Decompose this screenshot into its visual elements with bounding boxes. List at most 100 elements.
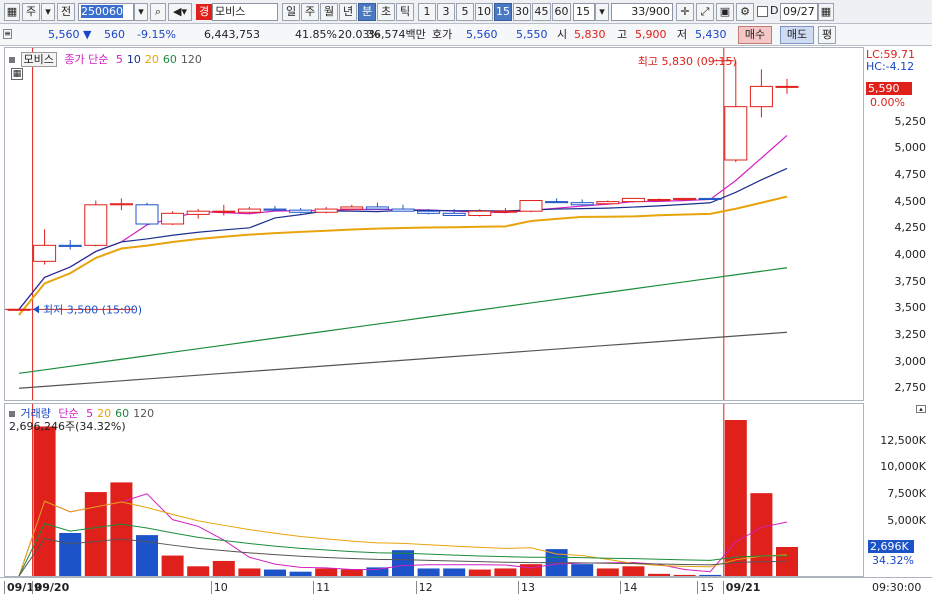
- period-button-0[interactable]: 일: [282, 3, 300, 21]
- panel-menu-icon[interactable]: [9, 411, 15, 417]
- interval-select[interactable]: 15: [573, 3, 595, 21]
- price-tick: 4,000: [894, 248, 927, 261]
- current-volume-pct: 34.32%: [872, 554, 914, 567]
- price-tick: 3,750: [894, 274, 927, 288]
- high-annotation: 최고 5,830 (09:15): [638, 55, 737, 68]
- calendar-icon[interactable]: ▦: [818, 3, 834, 21]
- volume-bar: [494, 568, 517, 576]
- stock-name-field[interactable]: 모비스: [212, 3, 278, 21]
- candle-body: [109, 203, 133, 206]
- price-tick: 4,250: [894, 221, 927, 235]
- gear-icon[interactable]: ⚙: [736, 3, 754, 21]
- volume-chart[interactable]: [5, 404, 863, 576]
- stock-name-label: 모비스: [20, 52, 57, 67]
- ma-title: 종가 단순: [64, 53, 109, 66]
- price-tick: 4,750: [894, 168, 927, 181]
- draw-line-icon[interactable]: ⤢: [696, 3, 714, 21]
- interval-button-3[interactable]: 3: [437, 3, 455, 21]
- time-label: 12: [415, 581, 433, 594]
- ask-price: 5,560: [466, 28, 498, 41]
- volume-summary: 2,696,246주(34.32%): [9, 420, 126, 433]
- search-icon[interactable]: ⌕: [150, 3, 166, 21]
- chevron-down-icon[interactable]: ▾: [41, 3, 55, 21]
- interval-button-10[interactable]: 10: [475, 3, 493, 21]
- save-icon[interactable]: ▣: [716, 3, 734, 21]
- chevron-down-icon[interactable]: ▾: [134, 3, 148, 21]
- price-tick: 5,250: [894, 114, 927, 128]
- interval-button-30[interactable]: 30: [513, 3, 531, 21]
- period-button-1[interactable]: 주: [301, 3, 319, 21]
- ma-legend-5: 5: [115, 53, 123, 66]
- volume-bar: [443, 568, 466, 576]
- chart-type-icon[interactable]: ▦: [4, 3, 20, 21]
- period-button-2[interactable]: 월: [320, 3, 338, 21]
- candle-body: [135, 204, 159, 225]
- low-price: 5,430: [695, 28, 727, 41]
- candle-body: [519, 200, 543, 212]
- period-button-5[interactable]: 초: [377, 3, 395, 21]
- ma60-line: [18, 267, 788, 374]
- candle-body: [340, 206, 364, 210]
- settings-icon[interactable]: ≡: [3, 29, 12, 39]
- volume-bar: [673, 574, 696, 576]
- volume-bar: [340, 569, 363, 576]
- hoga-label: 호가: [432, 28, 453, 41]
- candle-body: [314, 208, 338, 213]
- speaker-icon[interactable]: ◀▾: [168, 3, 192, 21]
- current-pct-tag: 0.00%: [870, 96, 905, 109]
- stock-code-input[interactable]: 250060: [78, 3, 134, 21]
- volume-bar: [622, 566, 645, 576]
- maximize-icon[interactable]: ▴: [916, 405, 926, 413]
- volume-bar: [571, 564, 594, 576]
- time-label: 10: [210, 581, 228, 594]
- sell-button[interactable]: 매도: [780, 26, 814, 44]
- low-annotation: 최저 3,500 (15:00): [43, 303, 142, 316]
- time-label: 15: [697, 581, 714, 594]
- volume-bar: [212, 560, 235, 576]
- period-button-6[interactable]: 틱: [396, 3, 414, 21]
- count-field[interactable]: 33/900: [611, 3, 673, 21]
- candle-body: [186, 210, 210, 215]
- volume-bar: [468, 569, 491, 576]
- candle-body: [442, 212, 466, 216]
- price-tick: 2,750: [894, 381, 927, 395]
- crosshair-icon[interactable]: ✛: [676, 3, 694, 21]
- high-label: 고: [617, 28, 628, 41]
- interval-button-45[interactable]: 45: [532, 3, 551, 21]
- volume-value: 6,443,753: [204, 28, 260, 41]
- interval-button-60[interactable]: 60: [552, 3, 571, 21]
- eval-button[interactable]: 평: [818, 26, 836, 44]
- interval-button-5[interactable]: 5: [456, 3, 474, 21]
- chevron-down-icon[interactable]: ▾: [595, 3, 609, 21]
- period-button-4[interactable]: 분: [358, 3, 376, 21]
- candle-body: [647, 198, 671, 201]
- low-label: 저: [677, 28, 688, 41]
- date-field[interactable]: 09/27: [780, 3, 818, 21]
- volume-bar: [648, 573, 670, 576]
- high-price: 5,900: [635, 28, 667, 41]
- ma20-line: [18, 195, 788, 316]
- volume-bar: [366, 567, 389, 576]
- ma-legend-20: 20: [144, 53, 159, 66]
- price-tick: 5,000: [894, 141, 927, 155]
- period-button-3[interactable]: 년: [339, 3, 357, 21]
- panel-menu-icon[interactable]: [9, 57, 15, 63]
- date-checkbox[interactable]: [757, 6, 768, 17]
- market-type-select[interactable]: 주: [22, 3, 40, 21]
- volume-axis: ▴ 12,500K 10,000K 7,500K 5,000K 2,696K 34.3…: [864, 403, 932, 577]
- current-price-tag: 5,590: [866, 82, 912, 95]
- volume-chart-panel[interactable]: 거래량 단순 5 20 60 120 2,696,246주(34.32%): [4, 403, 864, 577]
- volume-tick: 12,500K: [880, 433, 926, 447]
- hc-label: HC:-4.12: [866, 60, 915, 73]
- interval-button-1[interactable]: 1: [418, 3, 436, 21]
- stock-badge: 경: [196, 4, 212, 20]
- interval-button-15[interactable]: 15: [494, 3, 512, 21]
- buy-button[interactable]: 매수: [738, 26, 772, 44]
- price-chart[interactable]: 최고 5,830 (09:15) 최저 3,500 (15:00): [5, 48, 863, 400]
- ma120-line: [18, 331, 788, 389]
- price-chart-panel[interactable]: 최고 5,830 (09:15) 최저 3,500 (15:00) 모비스 종가 …: [4, 47, 864, 401]
- prev-button[interactable]: 전: [57, 3, 75, 21]
- open-price: 5,830: [574, 28, 606, 41]
- grid-icon[interactable]: ▦: [11, 68, 23, 80]
- ma-legend-10: 10: [126, 53, 141, 66]
